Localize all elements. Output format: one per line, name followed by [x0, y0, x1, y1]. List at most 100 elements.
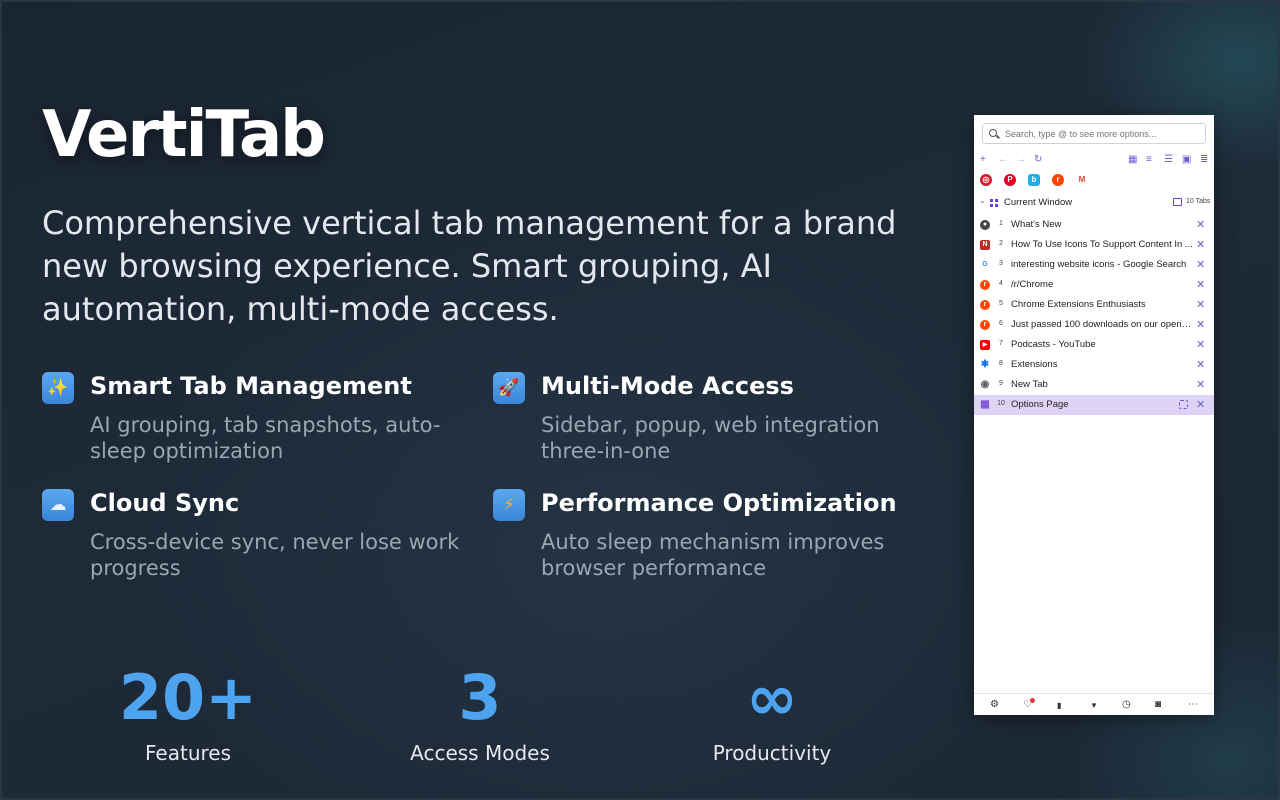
feature-description: AI grouping, tab snapshots, auto-sleep o…	[90, 413, 441, 463]
sort-icon[interactable]: ≡	[1146, 154, 1152, 166]
tab-row[interactable]: ✱ 8 Extensions ✕	[974, 355, 1214, 375]
feature-title: Smart Tab Management	[90, 372, 412, 400]
tab-title: interesting website icons - Google Searc…	[1011, 259, 1187, 270]
forward-arrow-icon[interactable]: →	[1016, 154, 1026, 166]
stat-access-modes: 3 Access Modes	[360, 661, 600, 766]
notification-badge	[1030, 698, 1035, 703]
tab-index: 1	[999, 220, 1003, 227]
tab-list: ● 1 What's New ✕ N 2 How To Use Icons To…	[974, 215, 1214, 415]
reddit-favicon: r	[980, 300, 990, 310]
tab-row[interactable]: ◉ 9 New Tab ✕	[974, 375, 1214, 395]
tab-index: 9	[999, 380, 1003, 387]
gmail-icon[interactable]: M	[1076, 174, 1088, 186]
tab-index: 10	[997, 400, 1005, 407]
reload-icon[interactable]: ↻	[1034, 154, 1042, 166]
puzzle-favicon: ✱	[980, 359, 990, 370]
target-icon[interactable]: ◎	[980, 174, 992, 186]
stat-label: Access Modes	[410, 741, 550, 765]
calendar-icon[interactable]: ▦	[1128, 154, 1137, 166]
tab-index: 7	[999, 340, 1003, 347]
close-icon[interactable]: ✕	[1196, 378, 1205, 391]
tab-row[interactable]: ▶ 7 Podcasts - YouTube ✕	[974, 335, 1214, 355]
sidebar-icon[interactable]: ▣	[1182, 154, 1191, 166]
close-icon[interactable]: ✕	[1196, 298, 1205, 311]
bookmark-icon[interactable]: ▼	[1090, 700, 1098, 712]
close-icon[interactable]: ✕	[1196, 238, 1205, 251]
search-box[interactable]	[982, 123, 1206, 144]
stat-value: 3	[458, 661, 502, 734]
tab-count: 10 Tabs	[1186, 198, 1211, 205]
close-icon[interactable]: ✕	[1196, 338, 1205, 351]
reddit-favicon: r	[980, 280, 990, 290]
tab-title: Options Page	[1011, 399, 1069, 410]
feature-title: Cloud Sync	[90, 489, 240, 517]
tab-index: 5	[999, 300, 1003, 307]
reddit-favicon: r	[980, 320, 990, 330]
tab-index: 6	[999, 320, 1003, 327]
tab-row[interactable]: G 3 interesting website icons - Google S…	[974, 255, 1214, 275]
feature-description: Auto sleep mechanism improves browser pe…	[541, 530, 885, 580]
youtube-favicon: ▶	[980, 340, 990, 350]
tab-title: /r/Chrome	[1011, 279, 1054, 290]
cloud-icon: ☁	[42, 489, 74, 521]
tab-title: Podcasts - YouTube	[1011, 339, 1096, 350]
tab-title: Just passed 100 downloads on our open s.…	[1011, 319, 1193, 330]
search-input[interactable]	[1005, 128, 1195, 139]
google-favicon: G	[982, 261, 988, 268]
feature-title: Performance Optimization	[541, 489, 897, 517]
tab-title: What's New	[1011, 219, 1062, 230]
window-grid-icon	[990, 199, 998, 207]
stat-label: Features	[145, 741, 231, 765]
rocket-icon: 🚀	[493, 372, 525, 404]
plus-icon[interactable]: +	[980, 154, 986, 166]
list-view-icon[interactable]: ☰	[1164, 154, 1173, 166]
pinterest-icon[interactable]: P	[1004, 174, 1016, 186]
panel-bottom-bar: ⚙ ♡ ▮ ▼ ◷ ◙ ⋯	[974, 693, 1214, 715]
filter-icon[interactable]: ≣	[1200, 154, 1208, 166]
panel-toolbar: + ← → ↻ ▦ ≡ ☰ ▣ ≣	[978, 154, 1210, 166]
chevron-down-icon[interactable]: ⌄	[979, 196, 986, 205]
stat-value: 20+	[118, 661, 258, 734]
app-subtitle: Comprehensive vertical tab management fo…	[42, 204, 897, 328]
tab-title: Extensions	[1011, 359, 1058, 370]
back-arrow-icon[interactable]: ←	[998, 154, 1008, 166]
vertitab-favicon: ▦	[980, 399, 990, 410]
tab-row[interactable]: r 5 Chrome Extensions Enthusiasts ✕	[974, 295, 1214, 315]
article-favicon: N	[980, 240, 990, 250]
feature-title: Multi-Mode Access	[541, 372, 794, 400]
tab-index: 4	[999, 280, 1003, 287]
camera-icon[interactable]: ◙	[1155, 699, 1161, 711]
tab-index: 2	[999, 240, 1003, 247]
stat-productivity: ∞ Productivity	[652, 661, 892, 766]
tab-row[interactable]: ● 1 What's New ✕	[974, 215, 1214, 235]
lightning-icon: ⚡	[493, 489, 525, 521]
tab-row[interactable]: N 2 How To Use Icons To Support Content …	[974, 235, 1214, 255]
tab-index: 3	[999, 260, 1003, 267]
more-icon[interactable]: ⋯	[1188, 699, 1198, 711]
window-label: Current Window	[1004, 197, 1073, 208]
bilibili-icon[interactable]: b	[1028, 174, 1040, 186]
feature-description: Cross-device sync, never lose work progr…	[90, 530, 460, 580]
window-group-header[interactable]: ⌄ Current Window 10 Tabs	[974, 196, 1214, 210]
close-icon[interactable]: ✕	[1196, 358, 1205, 371]
settings-icon[interactable]: ⚙	[990, 699, 999, 711]
screenshot-icon[interactable]	[1179, 400, 1188, 409]
tab-row[interactable]: r 6 Just passed 100 downloads on our ope…	[974, 315, 1214, 335]
sparkles-icon: ✨	[42, 372, 74, 404]
trash-icon[interactable]: ▮	[1057, 700, 1061, 712]
tab-row-active[interactable]: ▦ 10 Options Page ✕	[974, 395, 1214, 415]
close-icon[interactable]: ✕	[1196, 398, 1205, 411]
close-icon[interactable]: ✕	[1196, 318, 1205, 331]
reddit-icon[interactable]: r	[1052, 174, 1064, 186]
stat-value: ∞	[746, 661, 798, 734]
history-icon[interactable]: ◷	[1122, 699, 1131, 711]
tab-title: New Tab	[1011, 379, 1048, 390]
app-title: VertiTab	[42, 98, 326, 172]
stat-features: 20+ Features	[68, 661, 308, 766]
tab-row[interactable]: r 4 /r/Chrome ✕	[974, 275, 1214, 295]
stat-label: Productivity	[712, 741, 832, 765]
close-icon[interactable]: ✕	[1196, 278, 1205, 291]
vertitab-panel: + ← → ↻ ▦ ≡ ☰ ▣ ≣ ◎ P b r M ⌄ Current Wi…	[974, 115, 1214, 715]
close-icon[interactable]: ✕	[1196, 218, 1205, 231]
close-icon[interactable]: ✕	[1196, 258, 1205, 271]
